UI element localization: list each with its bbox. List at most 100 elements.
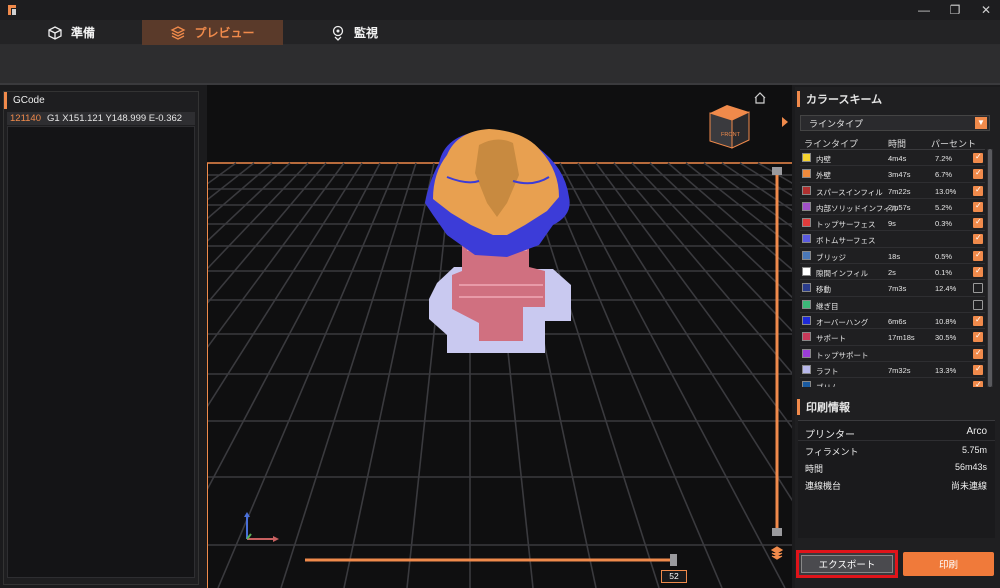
legend-row: トップサポート — [800, 346, 985, 362]
color-swatch — [802, 299, 811, 309]
move-slider-handle[interactable] — [670, 554, 677, 566]
app-logo-icon — [8, 5, 16, 15]
gcode-panel: GCode 121140 G1 X151.121 Y148.999 E-0.36… — [3, 91, 199, 585]
legend-row-name: サポート — [816, 334, 846, 344]
export-button-inner: エクスポート — [801, 555, 893, 573]
layer-slider-top-handle[interactable] — [772, 167, 782, 175]
legend-row: スパースインフィル 7m22s 13.0% — [800, 183, 985, 199]
color-swatch — [802, 364, 811, 374]
legend-row-time: 4m4s — [888, 154, 907, 163]
legend-scrollbar-thumb[interactable] — [988, 149, 992, 387]
legend-row-checkbox[interactable] — [973, 283, 983, 294]
color-swatch — [802, 267, 811, 277]
location-pin-icon — [332, 25, 344, 41]
legend-row-name: 隙間インフィル — [816, 269, 869, 279]
legend-row-checkbox[interactable] — [973, 299, 983, 310]
legend-scrollbar[interactable] — [987, 149, 993, 387]
legend-row-checkbox[interactable] — [973, 250, 983, 261]
legend-row-checkbox[interactable] — [973, 201, 983, 212]
axis-gizmo — [244, 512, 279, 542]
legend-row-checkbox[interactable] — [973, 331, 983, 343]
legend-row-checkbox[interactable] — [973, 348, 983, 359]
tab-preview[interactable]: プレビュー — [142, 20, 283, 45]
legend-row: 外壁 3m47s 6.7% — [800, 166, 985, 183]
tab-preview-label: プレビュー — [194, 26, 255, 40]
legend-row-checkbox[interactable] — [973, 152, 983, 163]
legend-row-percent: 0.5% — [935, 251, 953, 261]
preview-scene: FRONT — [207, 92, 792, 588]
gcode-line-text: G1 X151.121 Y148.999 E-0.362 — [47, 113, 183, 124]
time-value: 56m43s — [954, 462, 987, 472]
close-button[interactable]: ✕ — [978, 2, 994, 18]
legend-row-checkbox[interactable] — [973, 266, 983, 278]
legend-row-checkbox[interactable] — [973, 380, 983, 387]
layer-stack-icon[interactable] — [770, 546, 784, 560]
minimize-button[interactable]: — — [916, 2, 932, 18]
legend-row-name: ボトムサーフェス — [816, 236, 876, 246]
legend-row-name: スパースインフィル — [816, 187, 883, 197]
legend-row-percent: 5.2% — [935, 202, 953, 212]
view-cube-label: FRONT — [721, 132, 741, 138]
legend-row-percent: 7.2% — [935, 154, 953, 163]
legend-row-percent: 13.3% — [935, 365, 957, 375]
export-button[interactable]: エクスポート — [796, 550, 898, 578]
legend-row-time: 7m3s — [888, 284, 907, 294]
time-label: 時間 — [805, 464, 824, 474]
gcode-list[interactable] — [7, 126, 195, 578]
legend-row-time: 2s — [888, 268, 896, 278]
legend-row-checkbox[interactable] — [973, 217, 983, 229]
legend-row-checkbox[interactable] — [973, 364, 983, 375]
legend-row-name: ブリッジ — [816, 252, 846, 262]
tab-monitor[interactable]: 監視 — [283, 20, 425, 45]
print-info-time: 時間 56m43s — [798, 458, 995, 475]
home-icon[interactable] — [754, 92, 766, 104]
toolbar — [0, 45, 1000, 85]
legend-row-percent: 0.1% — [935, 268, 953, 278]
legend-row: 移動 7m3s 12.4% — [800, 280, 985, 297]
color-scheme-select[interactable]: ラインタイプ ▼ — [800, 115, 990, 131]
legend-row-percent: 6.7% — [935, 170, 953, 180]
legend-row-name: 継ぎ目 — [816, 301, 839, 311]
legend-row: ブリッジ 18s 0.5% — [800, 248, 985, 265]
legend-row-time: 2m57s — [888, 202, 911, 212]
printer-label: プリンター — [805, 430, 855, 441]
gcode-line-number: 121140 — [10, 113, 41, 124]
print-info-printer: プリンター Arco — [798, 421, 995, 441]
legend-row-name: 内部ソリッドインフィル — [816, 203, 899, 213]
title-bar: — ❐ ✕ — [0, 0, 1000, 20]
legend-row-checkbox[interactable] — [973, 168, 983, 180]
view-cube[interactable]: FRONT — [709, 105, 750, 149]
print-button[interactable]: 印刷 — [903, 552, 994, 576]
filament-value: 5.75m — [961, 445, 987, 455]
current-layer-badge: 52 — [661, 570, 687, 583]
legend-row-name: トップサーフェス — [816, 220, 876, 230]
legend-row: ボトムサーフェス — [800, 231, 985, 248]
layer-slider-bottom-handle[interactable] — [772, 528, 782, 536]
color-swatch — [802, 185, 811, 195]
tab-prepare-label: 準備 — [70, 26, 95, 40]
legend-row-checkbox[interactable] — [973, 185, 983, 196]
legend-row-time: 3m47s — [888, 170, 911, 180]
color-swatch — [802, 348, 811, 358]
gcode-panel-title: GCode — [4, 92, 198, 109]
collapse-right-arrow-icon[interactable] — [780, 116, 790, 128]
legend-row-name: オーバーハング — [816, 317, 869, 327]
restore-button[interactable]: ❐ — [947, 2, 963, 18]
legend-row-time: 7m32s — [888, 365, 911, 375]
legend-row-name: 内壁 — [816, 155, 831, 164]
chevron-down-icon: ▼ — [975, 117, 987, 129]
tab-prepare[interactable]: 準備 — [0, 20, 142, 45]
color-swatch — [802, 218, 811, 228]
legend-row-time: 7m22s — [888, 186, 911, 196]
export-button-label: エクスポート — [818, 560, 876, 571]
3d-viewport[interactable]: FRONT — [207, 85, 792, 588]
legend-row-checkbox[interactable] — [973, 233, 983, 245]
legend-row-checkbox[interactable] — [973, 315, 983, 326]
legend-row-percent: 12.4% — [935, 284, 957, 294]
legend-row: ブリム — [800, 378, 985, 387]
color-swatch — [802, 283, 811, 293]
filament-label: フィラメント — [805, 447, 859, 457]
gcode-current-line[interactable]: 121140 G1 X151.121 Y148.999 E-0.362 — [7, 112, 195, 125]
color-swatch — [802, 169, 811, 179]
printer-value: Arco — [966, 426, 987, 437]
